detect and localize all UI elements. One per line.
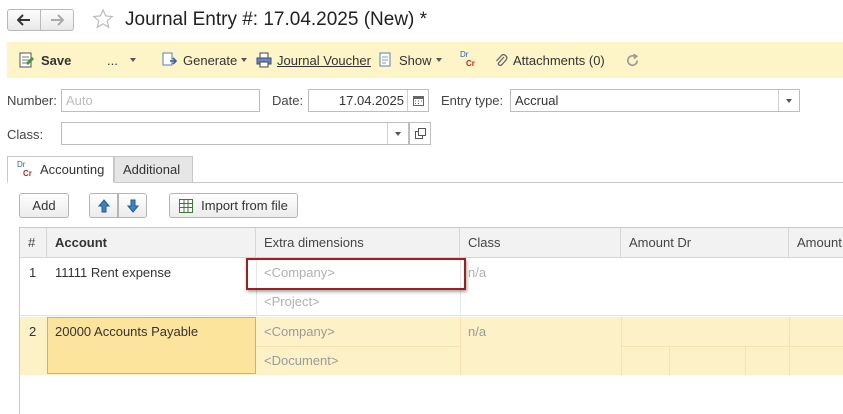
column-divider — [460, 317, 461, 375]
generate-button[interactable]: Generate — [162, 42, 248, 78]
column-divider — [789, 317, 790, 375]
dimension-cell[interactable]: <Project> — [256, 287, 460, 316]
move-down-button[interactable] — [118, 193, 147, 218]
class-cell[interactable]: n/a — [460, 258, 621, 287]
class-cell[interactable]: n/a — [460, 317, 621, 346]
forward-button[interactable] — [40, 9, 74, 31]
open-window-icon — [414, 128, 426, 139]
debit-credit-button[interactable]: Dr Cr — [459, 42, 477, 78]
move-up-button[interactable] — [89, 193, 118, 218]
arrow-down-icon — [126, 199, 139, 213]
column-divider — [669, 346, 670, 375]
document-icon — [378, 52, 394, 68]
printer-icon — [256, 52, 272, 68]
column-header-account[interactable]: Account — [47, 228, 256, 258]
save-icon — [18, 51, 36, 69]
tab-additional[interactable]: Additional — [114, 156, 193, 183]
debit-credit-icon: Dr Cr — [460, 50, 475, 68]
date-field[interactable]: 17.04.2025 — [308, 89, 429, 112]
row-number: 1 — [29, 265, 37, 280]
debit-credit-icon: Dr Cr — [17, 159, 32, 178]
column-header-amount-dr[interactable]: Amount Dr — [621, 228, 789, 258]
class-field[interactable] — [61, 122, 409, 145]
page-title: Journal Entry #: 17.04.2025 (New) * — [125, 9, 428, 30]
dropdown-arrow-icon[interactable] — [387, 123, 408, 144]
row-divider — [621, 346, 843, 347]
command-bar: Save ... Generate Journal Voucher Show D… — [7, 42, 843, 78]
paperclip-icon — [494, 52, 508, 68]
entry-type-label: Entry type: — [441, 93, 504, 108]
account-cell-active[interactable]: 20000 Accounts Payable — [47, 317, 256, 374]
chevron-down-icon — [129, 58, 136, 62]
column-header-number[interactable]: # — [20, 228, 47, 258]
column-header-amount[interactable]: Amount — [789, 228, 843, 258]
column-header-extra-dimensions[interactable]: Extra dimensions — [256, 228, 460, 258]
save-button[interactable]: Save — [18, 42, 71, 78]
favorite-star-icon[interactable] — [92, 8, 114, 33]
calendar-icon[interactable] — [407, 90, 428, 111]
refresh-icon — [625, 53, 640, 68]
show-button[interactable]: Show — [378, 42, 442, 78]
open-class-button[interactable] — [409, 122, 431, 145]
dimension-cell[interactable]: <Document> — [256, 346, 460, 375]
refresh-button[interactable] — [625, 42, 640, 78]
dimension-cell[interactable]: <Company> — [256, 317, 460, 346]
add-button[interactable]: Add — [19, 193, 69, 218]
number-field[interactable]: Auto — [61, 89, 260, 112]
number-label: Number: — [7, 93, 57, 108]
import-from-file-button[interactable]: Import from file — [169, 193, 298, 218]
date-label: Date: — [272, 93, 304, 108]
row-number: 2 — [29, 324, 37, 339]
more-actions-button[interactable]: ... — [107, 42, 136, 78]
back-button[interactable] — [7, 9, 41, 31]
tab-accounting[interactable]: Dr Cr Accounting — [7, 156, 114, 183]
attachments-button[interactable]: Attachments (0) — [494, 42, 605, 78]
arrow-up-icon — [97, 198, 110, 212]
arrow-left-icon — [17, 14, 30, 26]
arrow-right-icon — [51, 14, 64, 26]
highlight-box — [246, 258, 466, 290]
column-divider — [621, 317, 622, 375]
generate-icon — [162, 52, 178, 68]
spreadsheet-icon — [179, 198, 194, 213]
journal-voucher-link[interactable]: Journal Voucher — [256, 42, 371, 78]
class-label: Class: — [7, 127, 44, 142]
column-header-class[interactable]: Class — [460, 228, 621, 258]
chevron-down-icon — [241, 58, 248, 62]
chevron-down-icon — [435, 58, 442, 62]
account-cell[interactable]: 11111 Rent expense — [47, 258, 256, 287]
row-divider — [256, 346, 460, 347]
column-divider — [745, 346, 746, 375]
entries-table: # Account Extra dimensions Class Amount … — [19, 227, 843, 414]
dropdown-arrow-icon[interactable] — [778, 90, 799, 111]
entry-type-select[interactable]: Accrual — [510, 89, 800, 112]
